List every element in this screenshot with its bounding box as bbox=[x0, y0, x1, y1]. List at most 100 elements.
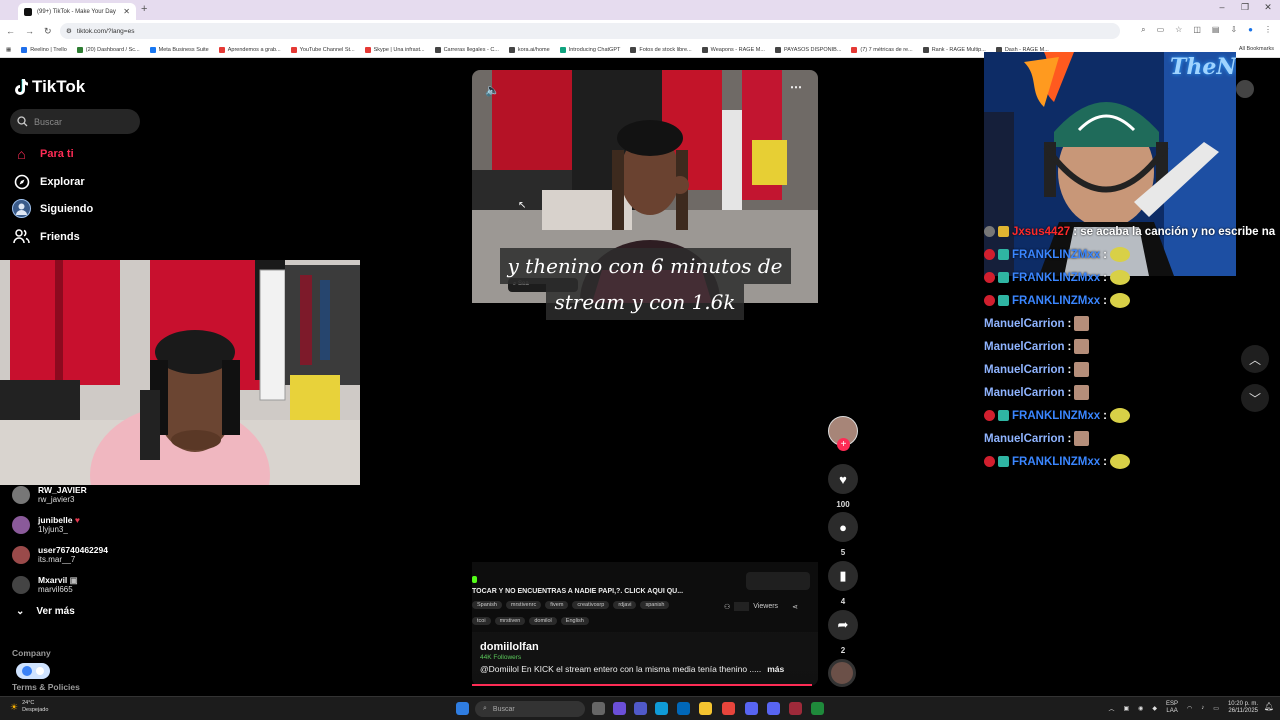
windows-start-icon[interactable] bbox=[456, 702, 469, 715]
stream-tag[interactable]: mrstiven bbox=[494, 617, 526, 625]
footer-terms-link[interactable]: Terms & Policies bbox=[12, 682, 80, 692]
share-button[interactable]: ➦ 2 bbox=[828, 610, 858, 655]
clock[interactable]: 10:20 p. m. 26/11/2025 bbox=[1228, 701, 1258, 715]
wifi-icon[interactable]: ◠ bbox=[1187, 705, 1192, 712]
volume-icon[interactable]: ♪ bbox=[1201, 705, 1204, 711]
download-icon[interactable]: ⇩ bbox=[1230, 25, 1237, 35]
stream-tag[interactable]: tcoi bbox=[472, 617, 491, 625]
sound-disc[interactable] bbox=[828, 659, 858, 687]
task-view-icon[interactable] bbox=[592, 702, 605, 715]
bookmark-item[interactable]: Weapons - RAGE M... bbox=[701, 46, 765, 53]
stream-tag[interactable]: spanish bbox=[640, 601, 670, 609]
tray-app-icon[interactable]: ▣ bbox=[1123, 705, 1129, 712]
tray-app-icon[interactable]: ◉ bbox=[1138, 705, 1143, 712]
site-info-icon[interactable]: ⚙ bbox=[66, 27, 72, 35]
follow-placeholder bbox=[746, 572, 810, 590]
volume-icon[interactable]: 🔈 bbox=[485, 83, 500, 97]
nav-para-ti[interactable]: ⌂ Para ti bbox=[12, 144, 73, 163]
bookmark-item[interactable]: (7) 7 métricas de re... bbox=[851, 46, 913, 53]
edge-icon[interactable] bbox=[655, 702, 668, 715]
battery-icon[interactable]: ▭ bbox=[1213, 705, 1219, 712]
stream-tag[interactable]: mrstivenrc bbox=[505, 601, 542, 609]
discord-ptb-icon[interactable] bbox=[767, 702, 780, 715]
extension-icon[interactable]: ◫ bbox=[1193, 25, 1201, 35]
copilot-icon[interactable] bbox=[613, 702, 626, 715]
bookmark-item[interactable]: PAYASOS DISPONIB... bbox=[774, 46, 841, 53]
new-tab-button[interactable]: + bbox=[141, 3, 147, 15]
star-icon[interactable]: ☆ bbox=[1175, 25, 1182, 35]
stream-tag[interactable]: fivem bbox=[545, 601, 569, 609]
more-options-icon[interactable]: ⋯ bbox=[790, 80, 802, 94]
store-icon[interactable] bbox=[677, 702, 690, 715]
comment-button[interactable]: ● 5 bbox=[828, 512, 858, 557]
stream-tag[interactable]: rdjavi bbox=[613, 601, 637, 609]
taskbar-search[interactable]: ⌕ Buscar bbox=[475, 701, 585, 717]
stream-tag[interactable]: creativosrp bbox=[572, 601, 610, 609]
apps-icon[interactable]: ▦ bbox=[6, 47, 11, 53]
follow-plus-icon[interactable]: + bbox=[837, 438, 850, 451]
bookmark-item[interactable]: Reelino | Trello bbox=[21, 46, 67, 53]
zoom-icon[interactable]: ⌕ bbox=[1141, 25, 1145, 35]
bookmark-item[interactable]: Aprendemos a grab... bbox=[218, 46, 281, 53]
stream-tag[interactable]: English bbox=[560, 617, 589, 625]
all-bookmarks[interactable]: All Bookmarks bbox=[1238, 46, 1274, 52]
scroll-up-button[interactable]: ︿ bbox=[1241, 345, 1269, 373]
file-explorer-icon[interactable] bbox=[699, 702, 712, 715]
stream-tag[interactable]: Spanish bbox=[472, 601, 502, 609]
creator-avatar[interactable]: + bbox=[828, 416, 858, 451]
bookmark-item[interactable]: YouTube Channel St... bbox=[290, 46, 355, 53]
back-icon[interactable]: ← bbox=[6, 26, 15, 36]
weather-widget[interactable]: ☀ 24°C Despejado bbox=[10, 700, 48, 714]
chrome-icon[interactable] bbox=[722, 702, 735, 715]
nav-siguiendo[interactable]: Siguiendo bbox=[12, 199, 93, 218]
close-tab-icon[interactable]: ✕ bbox=[123, 7, 130, 16]
following-item[interactable]: Mxarvil ▣ marvil665 bbox=[12, 575, 78, 595]
bookmark-item[interactable]: Fotos de stock libre... bbox=[630, 46, 692, 53]
floating-toggle[interactable] bbox=[16, 663, 50, 679]
bookmark-item[interactable]: Skype | Una infrast... bbox=[364, 46, 425, 53]
nav-explorar[interactable]: Explorar bbox=[12, 172, 85, 191]
cast-icon[interactable]: ▭ bbox=[1157, 25, 1165, 35]
teams-icon[interactable] bbox=[634, 702, 647, 715]
scroll-down-button[interactable]: ﹀ bbox=[1241, 384, 1269, 412]
tiktok-search-input[interactable]: Buscar bbox=[10, 109, 140, 134]
video-progress-bar[interactable] bbox=[472, 684, 812, 686]
notification-bell-icon[interactable]: 🔔︎ bbox=[1264, 702, 1274, 711]
following-item[interactable]: RW_JAVIER rw_javier3 bbox=[12, 485, 87, 505]
app-icon[interactable] bbox=[811, 702, 824, 715]
address-bar[interactable]: ⚙ tiktok.com/?lang=es bbox=[60, 23, 1120, 39]
bookmark-item[interactable]: Meta Business Suite bbox=[149, 46, 209, 53]
share-stream-icon[interactable]: ⋖ bbox=[792, 603, 798, 611]
forward-icon[interactable]: → bbox=[25, 26, 34, 36]
menu-icon[interactable]: ⋮ bbox=[1264, 25, 1272, 35]
stream-tag[interactable]: domilol bbox=[529, 617, 557, 625]
maximize-icon[interactable]: ❐ bbox=[1235, 2, 1255, 13]
bookmark-item[interactable]: Introducing ChatGPT bbox=[559, 46, 620, 53]
tray-app-icon[interactable]: ◆ bbox=[1152, 705, 1157, 712]
tiktok-logo[interactable]: TikTok bbox=[14, 77, 85, 97]
bookmark-item[interactable]: (20) Dashboard / Sc... bbox=[76, 46, 140, 53]
minimize-icon[interactable]: – bbox=[1212, 2, 1232, 12]
language-indicator[interactable]: ESP LAA bbox=[1166, 701, 1178, 715]
video-player[interactable]: 🔈 ⋯ ↖ ⌕ Sea y thenino con 6 minutos de s… bbox=[472, 70, 818, 686]
tray-chevron-icon[interactable]: ︿ bbox=[1108, 704, 1114, 713]
more-link[interactable]: más bbox=[767, 664, 784, 674]
reload-icon[interactable]: ↻ bbox=[44, 26, 52, 37]
like-button[interactable]: ♥ 100 bbox=[828, 464, 858, 509]
discord-icon[interactable] bbox=[745, 702, 758, 715]
bookmark-item[interactable]: Rank - RAGE Multip... bbox=[922, 46, 986, 53]
close-window-icon[interactable]: ✕ bbox=[1258, 2, 1278, 13]
footer-company-link[interactable]: Company bbox=[12, 648, 51, 658]
save-button[interactable]: ▮ 4 bbox=[828, 561, 858, 606]
see-more-button[interactable]: ⌄ Ver más bbox=[16, 606, 75, 617]
following-item[interactable]: junibelle ♥ 1lyjun3_ bbox=[12, 515, 80, 535]
video-author[interactable]: domiilolfan bbox=[480, 641, 810, 653]
profile-icon[interactable]: ● bbox=[1248, 25, 1253, 35]
obs-icon[interactable] bbox=[789, 702, 802, 715]
sidebar-icon[interactable]: ▤ bbox=[1212, 25, 1220, 35]
browser-tab-tiktok[interactable]: (99+) TikTok - Make Your Day ✕ bbox=[18, 3, 136, 20]
bookmark-item[interactable]: Carreras Ilegales - C... bbox=[434, 46, 499, 53]
nav-friends[interactable]: Friends bbox=[12, 227, 80, 246]
bookmark-item[interactable]: kora.ai/home bbox=[508, 46, 550, 53]
following-item[interactable]: user76740462294 its.mar__7 bbox=[12, 545, 108, 565]
